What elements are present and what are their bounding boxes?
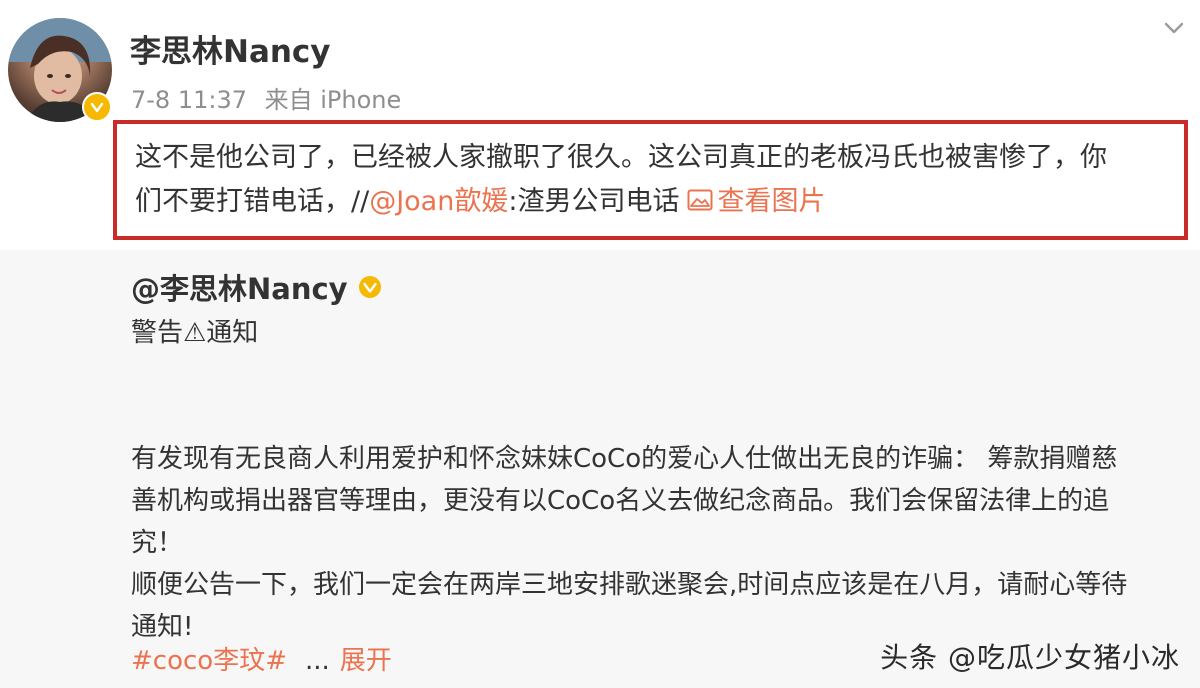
repost-body: 警告⚠通知 有发现有无良商人利用爱护和怀念妹妹CoCo的爱心人仕做出无良的诈骗：…: [131, 312, 1171, 648]
watermark: 头条 @吃瓜少女猪小冰: [880, 641, 1180, 674]
post-timestamp[interactable]: 7-8 11:37: [131, 86, 247, 114]
repost-spacer: [131, 354, 1171, 438]
verified-badge-icon: [358, 276, 381, 298]
post-meta: 7-8 11:37 来自 iPhone: [131, 80, 401, 115]
image-icon[interactable]: [687, 181, 713, 225]
post-source: 来自 iPhone: [264, 86, 402, 114]
view-image-link[interactable]: 查看图片: [717, 186, 825, 217]
repost-text-line: 善机构或捐出器官等理由，更没有以CoCo名义去做纪念商品。我们会保留法律上的追: [131, 486, 1110, 516]
mention-link[interactable]: @Joan歆媛: [369, 186, 508, 217]
expand-link[interactable]: 展开: [340, 646, 392, 676]
post-text-line: 这不是他公司了，已经被人家撤职了很久。这公司真正的老板冯氏也被害惨了，你: [135, 142, 1107, 173]
hashtag-link[interactable]: #coco李玟#: [131, 646, 287, 676]
repost-author[interactable]: @李思林Nancy: [131, 266, 382, 308]
chevron-down-icon[interactable]: [1162, 16, 1186, 40]
repost-text-line: 究！: [131, 528, 184, 558]
ellipsis: ...: [304, 646, 330, 676]
repost-text-line: 有发现有无良商人利用爱护和怀念妹妹CoCo的爱心人仕做出无良的诈骗： 筹款捐赠慈: [131, 444, 1118, 474]
repost-title: 警告⚠通知: [131, 318, 259, 348]
post-text-fragment: :渣男公司电话: [508, 186, 680, 217]
repost-text-line: 顺便公告一下，我们一定会在两岸三地安排歌迷聚会,时间点应该是在八月，请耐心等待: [131, 570, 1128, 600]
post-text-fragment: 们不要打错电话，//: [135, 186, 370, 217]
post-text-line: 们不要打错电话，//@Joan歆媛:渣男公司电话 查看图片: [135, 180, 1176, 225]
repost-author-name[interactable]: @李思林Nancy: [131, 266, 348, 308]
repost-footer: #coco李玟#... 展开: [131, 640, 392, 677]
weibo-post: 李思林Nancy 7-8 11:37 来自 iPhone 这不是他公司了，已经被…: [0, 0, 1200, 688]
author-name[interactable]: 李思林Nancy: [130, 26, 331, 71]
post-text: 这不是他公司了，已经被人家撤职了很久。这公司真正的老板冯氏也被害惨了，你 们不要…: [113, 120, 1188, 240]
verified-badge-icon: [82, 92, 112, 122]
